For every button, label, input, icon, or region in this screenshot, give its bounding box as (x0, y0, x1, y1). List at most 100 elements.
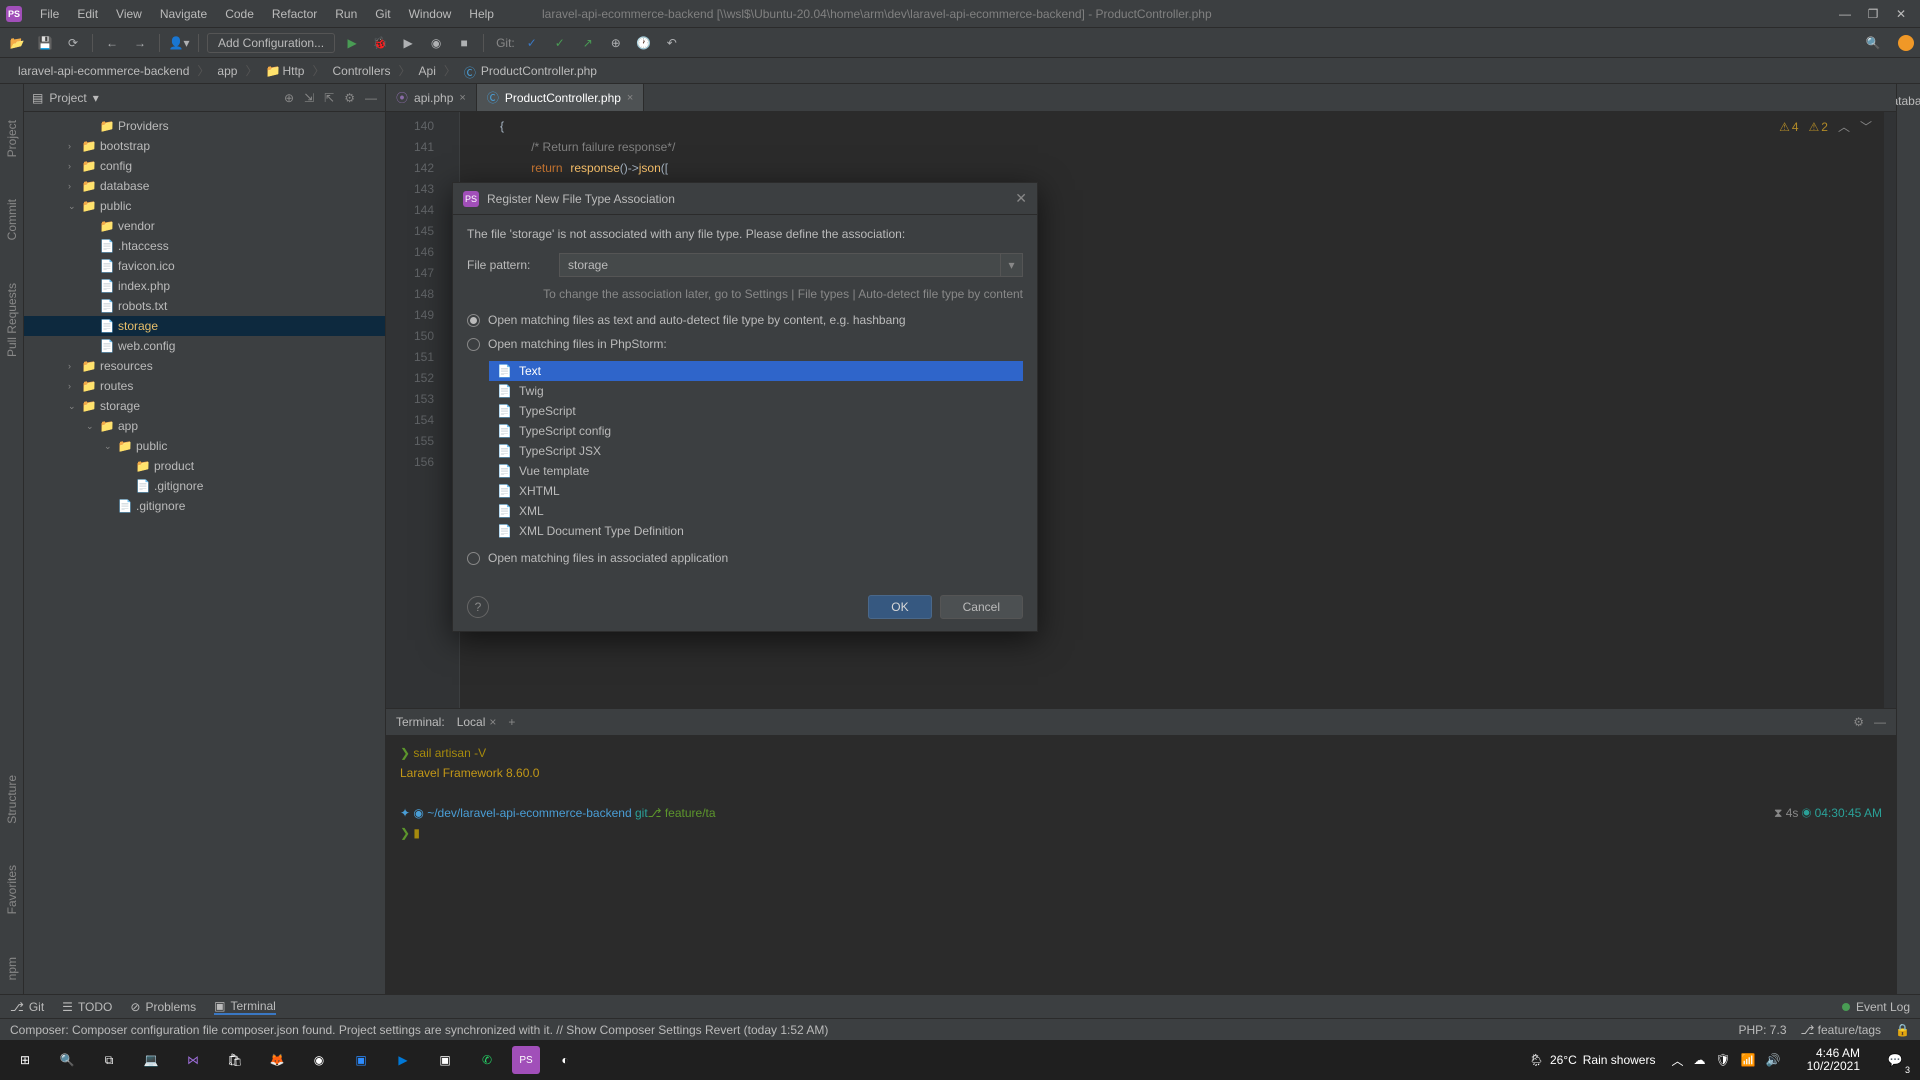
avatar[interactable] (1898, 35, 1914, 51)
tree-item[interactable]: ⌄📁public (24, 196, 385, 216)
file-type-item[interactable]: 📄TypeScript JSX (489, 441, 1023, 461)
maximize-icon[interactable]: ❐ (1866, 7, 1880, 21)
minimize-icon[interactable]: — (1838, 7, 1852, 21)
bottom-git[interactable]: ⎇Git (10, 1000, 44, 1014)
tree-item[interactable]: 📁vendor (24, 216, 385, 236)
file-type-item[interactable]: 📄TypeScript config (489, 421, 1023, 441)
notifications-icon[interactable]: 💬3 (1878, 1043, 1912, 1077)
status-lock-icon[interactable]: 🔒 (1895, 1023, 1910, 1037)
tree-item[interactable]: 📁Providers (24, 116, 385, 136)
save-icon[interactable]: 💾 (34, 32, 56, 54)
git-rollback-icon[interactable]: ↶ (661, 32, 683, 54)
file-type-item[interactable]: 📄Twig (489, 381, 1023, 401)
tree-item[interactable]: ⌄📁public (24, 436, 385, 456)
app-1-icon[interactable]: 💻 (134, 1043, 168, 1077)
tool-structure[interactable]: Structure (5, 769, 19, 830)
tree-item[interactable]: ⌄📁app (24, 416, 385, 436)
tool-pull-requests[interactable]: Pull Requests (5, 277, 19, 363)
crumb-app[interactable]: app (209, 61, 245, 81)
tree-item[interactable]: ›📁config (24, 156, 385, 176)
menu-navigate[interactable]: Navigate (152, 4, 215, 24)
git-history-icon[interactable]: ⊕ (605, 32, 627, 54)
stop-icon[interactable]: ■ (453, 32, 475, 54)
menu-refactor[interactable]: Refactor (264, 4, 325, 24)
chevron-up-icon[interactable]: ︿ (1838, 118, 1850, 135)
crumb-api[interactable]: Api (411, 61, 444, 81)
tree-item[interactable]: ›📁routes (24, 376, 385, 396)
help-button[interactable]: ? (467, 596, 489, 618)
system-tray[interactable]: ︿ ☁ 🛡 📶 🔊 (1671, 1052, 1780, 1069)
tab-api-php[interactable]: ⦿api.php× (386, 84, 477, 111)
tree-item[interactable]: 📄storage (24, 316, 385, 336)
app-2-icon[interactable]: ◐ (548, 1043, 582, 1077)
add-terminal-icon[interactable]: + (508, 715, 515, 729)
project-tree[interactable]: 📁Providers›📁bootstrap›📁config›📁database⌄… (24, 112, 385, 994)
menu-git[interactable]: Git (367, 4, 398, 24)
tool-commit[interactable]: Commit (5, 193, 19, 246)
close-tab-icon[interactable]: × (627, 92, 633, 104)
git-update-icon[interactable]: ✓ (521, 32, 543, 54)
file-type-item[interactable]: 📄XHTML (489, 481, 1023, 501)
debug-icon[interactable]: 🐞 (369, 32, 391, 54)
tool-favorites[interactable]: Favorites (5, 859, 19, 920)
zoom-icon[interactable]: ▣ (344, 1043, 378, 1077)
menu-view[interactable]: View (108, 4, 150, 24)
chevron-up-icon[interactable]: ︿ (1671, 1052, 1683, 1069)
project-panel-title[interactable]: ▤Project ▾ (32, 91, 99, 105)
gear-icon[interactable]: ⚙ (1853, 715, 1864, 729)
tree-item[interactable]: 📄favicon.ico (24, 256, 385, 276)
tree-item[interactable]: ›📁bootstrap (24, 136, 385, 156)
sync-icon[interactable]: ⟳ (62, 32, 84, 54)
tree-item[interactable]: 📄index.php (24, 276, 385, 296)
open-icon[interactable]: 📂 (6, 32, 28, 54)
target-icon[interactable]: ⊕ (284, 91, 294, 105)
close-dialog-icon[interactable]: ✕ (1015, 190, 1027, 207)
chevron-down-icon[interactable]: ﹀ (1860, 118, 1872, 135)
menu-run[interactable]: Run (327, 4, 365, 24)
profile-icon[interactable]: ◉ (425, 32, 447, 54)
file-type-item[interactable]: 📄Text (489, 361, 1023, 381)
ok-button[interactable]: OK (868, 595, 931, 619)
git-commit-icon[interactable]: ✓ (549, 32, 571, 54)
status-php[interactable]: PHP: 7.3 (1738, 1023, 1786, 1037)
tray-cloud-icon[interactable]: ☁ (1693, 1053, 1705, 1067)
search-icon[interactable]: 🔍 (50, 1043, 84, 1077)
crumb-project[interactable]: laravel-api-ecommerce-backend (10, 61, 197, 81)
tree-item[interactable]: 📄.gitignore (24, 496, 385, 516)
file-type-item[interactable]: 📄Vue template (489, 461, 1023, 481)
bottom-problems[interactable]: ⊘Problems (130, 1000, 196, 1014)
tool-project[interactable]: Project (5, 114, 19, 163)
run-icon[interactable]: ▶ (341, 32, 363, 54)
gear-icon[interactable]: ⚙ (344, 91, 355, 105)
firefox-icon[interactable]: 🦊 (260, 1043, 294, 1077)
git-clock-icon[interactable]: 🕐 (633, 32, 655, 54)
menu-window[interactable]: Window (401, 4, 460, 24)
forward-icon[interactable]: → (129, 32, 151, 54)
tree-item[interactable]: 📄.gitignore (24, 476, 385, 496)
radio-auto-detect[interactable]: Open matching files as text and auto-det… (467, 313, 1023, 327)
close-tab-icon[interactable]: × (459, 92, 465, 104)
crumb-controllers[interactable]: Controllers (325, 61, 399, 81)
menu-help[interactable]: Help (461, 4, 502, 24)
back-icon[interactable]: ← (101, 32, 123, 54)
collapse-icon[interactable]: ⇱ (324, 91, 334, 105)
tree-item[interactable]: 📁product (24, 456, 385, 476)
search-icon[interactable]: 🔍 (1862, 32, 1884, 54)
chevron-down-icon[interactable]: ▾ (1000, 254, 1022, 276)
close-icon[interactable]: ✕ (1894, 7, 1908, 21)
store-icon[interactable]: 🛍 (218, 1043, 252, 1077)
file-type-item[interactable]: 📄XML Document Type Definition (489, 521, 1023, 541)
tree-item[interactable]: 📄web.config (24, 336, 385, 356)
status-branch[interactable]: ⎇ feature/tags (1801, 1023, 1882, 1037)
status-message[interactable]: Composer: Composer configuration file co… (10, 1023, 828, 1037)
bottom-event-log[interactable]: Event Log (1856, 1000, 1910, 1014)
file-type-list[interactable]: 📄Text📄Twig📄TypeScript📄TypeScript config📄… (489, 361, 1023, 541)
git-push-icon[interactable]: ↗ (577, 32, 599, 54)
hide-icon[interactable]: — (1874, 715, 1886, 729)
tree-item[interactable]: ›📁resources (24, 356, 385, 376)
tray-security-icon[interactable]: 🛡 (1715, 1053, 1730, 1067)
run-config-dropdown[interactable]: Add Configuration... (207, 33, 335, 53)
file-type-item[interactable]: 📄TypeScript (489, 401, 1023, 421)
chrome-icon[interactable]: ◉ (302, 1043, 336, 1077)
tree-item[interactable]: ⌄📁storage (24, 396, 385, 416)
